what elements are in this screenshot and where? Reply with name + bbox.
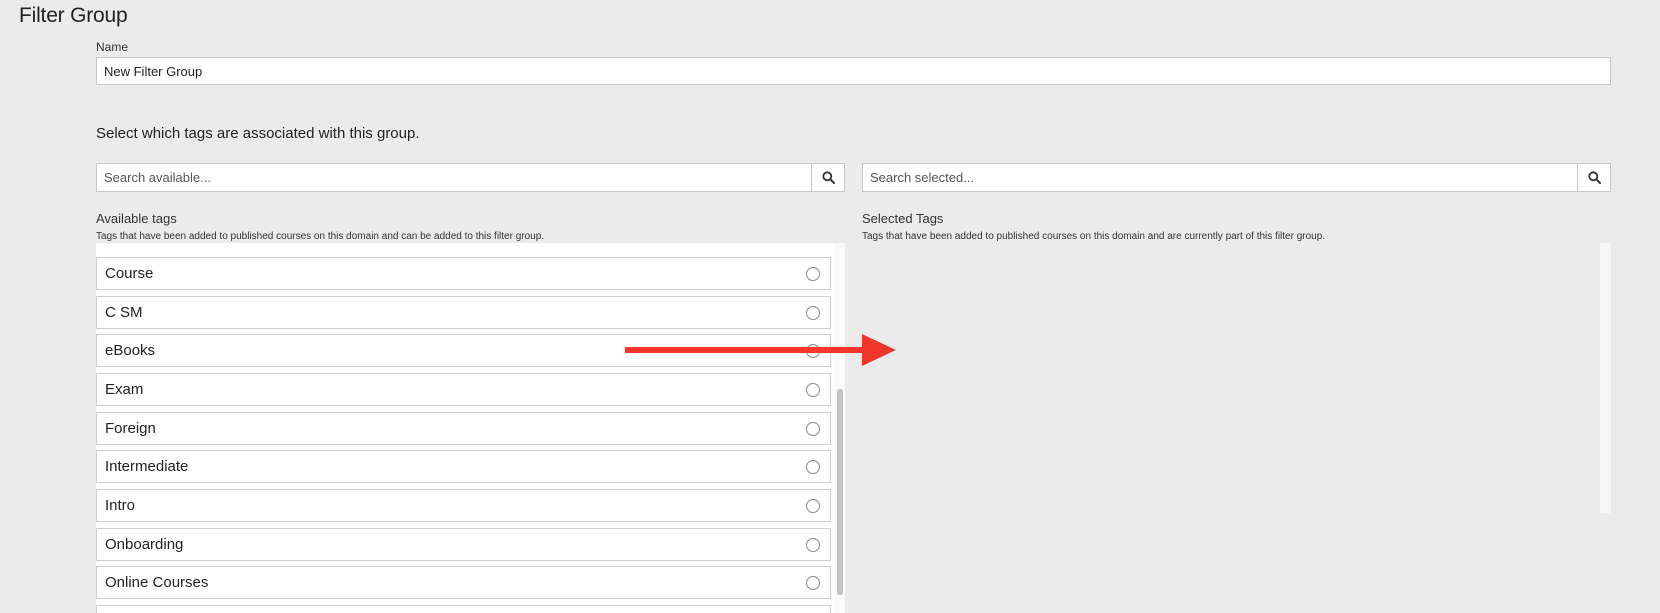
- search-selected-button[interactable]: [1577, 164, 1610, 191]
- tag-item-onboarding[interactable]: Onboarding: [96, 528, 831, 561]
- available-tags-description: Tags that have been added to published c…: [96, 231, 545, 242]
- radio-empty-icon[interactable]: [806, 538, 820, 552]
- tag-item-course[interactable]: Course: [96, 257, 831, 290]
- tag-label: C SM: [105, 304, 143, 321]
- tag-item-foreign[interactable]: Foreign: [96, 412, 831, 445]
- radio-empty-icon[interactable]: [806, 422, 820, 436]
- radio-empty-icon[interactable]: [806, 576, 820, 590]
- tag-label: Foreign: [105, 420, 156, 437]
- radio-empty-icon[interactable]: [806, 267, 820, 281]
- radio-empty-icon[interactable]: [806, 460, 820, 474]
- search-icon: [1587, 171, 1601, 184]
- radio-empty-icon[interactable]: [806, 383, 820, 397]
- arrow-head-icon: [862, 334, 896, 366]
- tag-item-intermediate[interactable]: Intermediate: [96, 450, 831, 483]
- tag-item-c-sm[interactable]: C SM: [96, 296, 831, 329]
- tag-label: Online Courses: [105, 574, 209, 591]
- available-tags-title: Available tags: [96, 211, 177, 226]
- tag-label: Intro: [105, 497, 136, 514]
- selected-list-scrollbar[interactable]: [1600, 243, 1611, 513]
- available-list-scrollbar-thumb[interactable]: [837, 389, 843, 595]
- search-available-input[interactable]: [97, 164, 811, 191]
- search-available-button[interactable]: [811, 164, 844, 191]
- list-item-partial-bottom[interactable]: [96, 605, 831, 613]
- instructions-text: Select which tags are associated with th…: [96, 125, 420, 142]
- tag-label: Course: [105, 265, 154, 282]
- radio-empty-icon[interactable]: [806, 499, 820, 513]
- tag-label: Intermediate: [105, 458, 189, 475]
- search-selected-box: [862, 163, 1611, 192]
- name-input[interactable]: [96, 57, 1611, 85]
- radio-empty-icon[interactable]: [806, 306, 820, 320]
- tag-label: Exam: [105, 381, 144, 398]
- search-available-box: [96, 163, 845, 192]
- tag-label: Onboarding: [105, 536, 184, 553]
- tag-label: eBooks: [105, 342, 156, 359]
- selected-tags-list[interactable]: [862, 243, 1611, 513]
- arrow-right-icon: [625, 347, 865, 353]
- tag-item-exam[interactable]: Exam: [96, 373, 831, 406]
- name-label: Name: [96, 40, 129, 54]
- search-icon: [821, 171, 835, 184]
- available-tags-list[interactable]: Course C SM eBooks Exam Foreign Intermed…: [96, 243, 845, 613]
- page-title: Filter Group: [19, 4, 128, 27]
- selected-tags-description: Tags that have been added to published c…: [862, 231, 1326, 242]
- selected-tags-title: Selected Tags: [862, 211, 944, 226]
- tag-item-intro[interactable]: Intro: [96, 489, 831, 522]
- search-selected-input[interactable]: [863, 164, 1577, 191]
- tag-item-online-courses[interactable]: Online Courses: [96, 566, 831, 599]
